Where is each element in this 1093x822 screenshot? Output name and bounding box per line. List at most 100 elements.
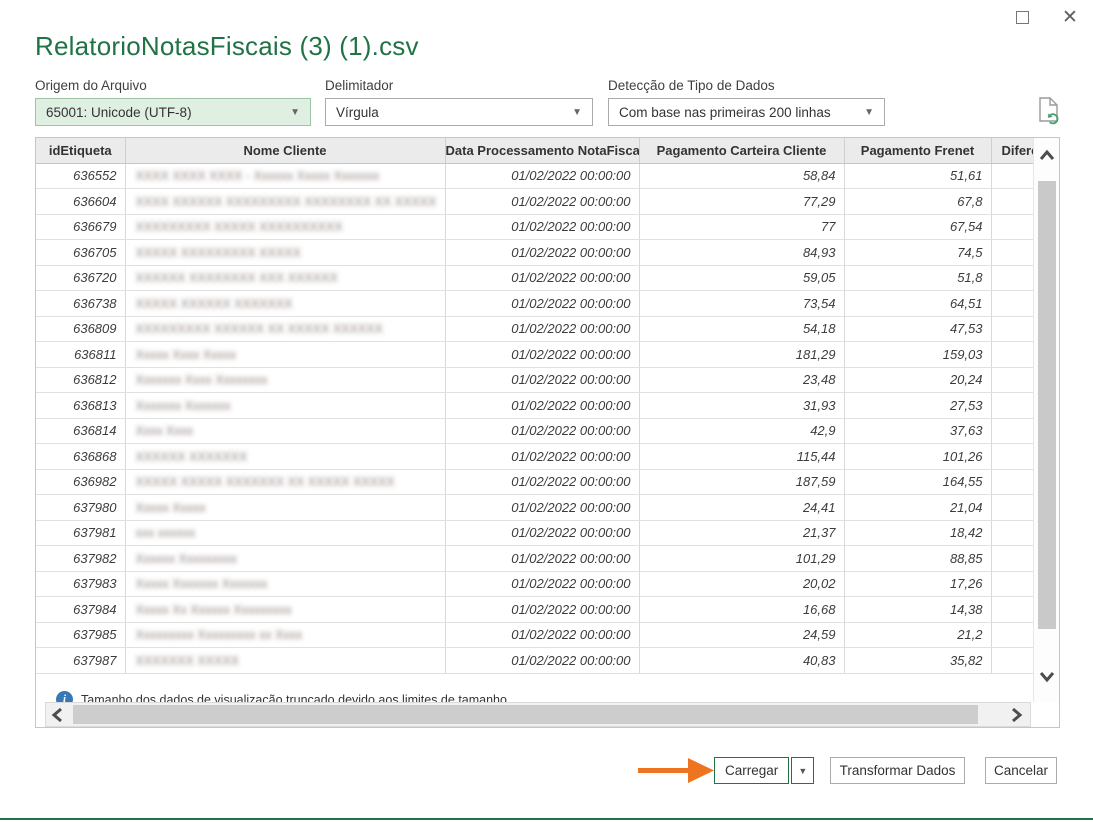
table-row[interactable]: 636982 XXXXX XXXXX XXXXXXX XX XXXXX XXXX… <box>36 469 1034 495</box>
table-row[interactable]: 636814 Xxxx Xxxx 01/02/2022 00:00:00 42,… <box>36 418 1034 444</box>
cell-pagamento-frenet: 14,38 <box>844 597 991 623</box>
table-row[interactable]: 636812 Xxxxxxx Xxxx Xxxxxxxx 01/02/2022 … <box>36 367 1034 393</box>
scroll-down-icon[interactable] <box>1037 666 1057 686</box>
column-header-data-processamento[interactable]: Data Processamento NotaFiscal <box>445 138 639 163</box>
redacted-name: XXXX XXXXXX XXXXXXXXX XXXXXXXX XX XXXXX <box>136 195 437 209</box>
cell-idetiqueta: 636812 <box>36 367 125 393</box>
table-row[interactable]: 637980 Xxxxx Xxxxx 01/02/2022 00:00:00 2… <box>36 495 1034 521</box>
maximize-button[interactable] <box>1005 4 1039 30</box>
cell-diferenca <box>991 393 1034 419</box>
vertical-scrollbar[interactable] <box>1033 138 1059 702</box>
maximize-icon <box>1016 11 1029 24</box>
cell-pagamento-carteira: 115,44 <box>639 444 844 470</box>
cell-pagamento-carteira: 31,93 <box>639 393 844 419</box>
annotation-arrow-icon <box>638 756 716 786</box>
cell-diferenca <box>991 495 1034 521</box>
cell-nome-cliente: XXXXX XXXXXX XXXXXXX <box>125 291 445 317</box>
cell-pagamento-carteira: 23,48 <box>639 367 844 393</box>
horizontal-scroll-thumb[interactable] <box>73 705 978 724</box>
cell-data-processamento: 01/02/2022 00:00:00 <box>445 291 639 317</box>
column-header-pagamento-frenet[interactable]: Pagamento Frenet <box>844 138 991 163</box>
redacted-name: Xxxx Xxxx <box>136 424 194 438</box>
table-row[interactable]: 636604 XXXX XXXXXX XXXXXXXXX XXXXXXXX XX… <box>36 189 1034 215</box>
column-header-idetiqueta[interactable]: idEtiqueta <box>36 138 125 163</box>
redacted-name: XXXX XXXX XXXX - Xxxxxx Xxxxx Xxxxxxx <box>136 169 380 183</box>
scroll-up-icon[interactable] <box>1037 146 1057 166</box>
type-detection-select[interactable]: Com base nas primeiras 200 linhas ▼ <box>608 98 885 126</box>
cell-diferenca <box>991 597 1034 623</box>
redacted-name: XXXXXX XXXXXXX <box>136 450 248 464</box>
page-title: RelatorioNotasFiscais (3) (1).csv <box>35 31 419 62</box>
horizontal-scrollbar[interactable] <box>45 702 1031 727</box>
column-header-nome-cliente[interactable]: Nome Cliente <box>125 138 445 163</box>
cell-data-processamento: 01/02/2022 00:00:00 <box>445 367 639 393</box>
table-header-row: idEtiqueta Nome Cliente Data Processamen… <box>36 138 1034 163</box>
cell-pagamento-frenet: 67,8 <box>844 189 991 215</box>
cell-pagamento-frenet: 51,61 <box>844 163 991 189</box>
cell-pagamento-carteira: 187,59 <box>639 469 844 495</box>
scroll-left-icon[interactable] <box>48 705 68 725</box>
cell-data-processamento: 01/02/2022 00:00:00 <box>445 444 639 470</box>
cell-pagamento-carteira: 42,9 <box>639 418 844 444</box>
redacted-name: Xxxxx Xxxx Xxxxx <box>136 348 237 362</box>
cell-data-processamento: 01/02/2022 00:00:00 <box>445 469 639 495</box>
cell-data-processamento: 01/02/2022 00:00:00 <box>445 597 639 623</box>
cell-diferenca <box>991 648 1034 674</box>
close-icon: ✕ <box>1062 8 1078 27</box>
cancel-button[interactable]: Cancelar <box>985 757 1057 784</box>
cell-data-processamento: 01/02/2022 00:00:00 <box>445 342 639 368</box>
table-row[interactable]: 636738 XXXXX XXXXXX XXXXXXX 01/02/2022 0… <box>36 291 1034 317</box>
table-row[interactable]: 637982 Xxxxxx Xxxxxxxxx 01/02/2022 00:00… <box>36 546 1034 572</box>
table-row[interactable]: 637987 XXXXXXX XXXXX 01/02/2022 00:00:00… <box>36 648 1034 674</box>
refresh-preview-button[interactable] <box>1036 96 1062 126</box>
cell-pagamento-carteira: 84,93 <box>639 240 844 266</box>
file-origin-select[interactable]: 65001: Unicode (UTF-8) ▼ <box>35 98 311 126</box>
table-row[interactable]: 637985 Xxxxxxxxx Xxxxxxxxx xx Xxxx 01/02… <box>36 622 1034 648</box>
cell-pagamento-frenet: 159,03 <box>844 342 991 368</box>
close-button[interactable]: ✕ <box>1053 4 1087 30</box>
cell-diferenca <box>991 520 1034 546</box>
table-row[interactable]: 636679 XXXXXXXXX XXXXX XXXXXXXXXX 01/02/… <box>36 214 1034 240</box>
cell-pagamento-frenet: 64,51 <box>844 291 991 317</box>
table-row[interactable]: 636809 XXXXXXXXX XXXXXX XX XXXXX XXXXXX … <box>36 316 1034 342</box>
delimiter-select[interactable]: Vírgula ▼ <box>325 98 593 126</box>
cell-idetiqueta: 637980 <box>36 495 125 521</box>
column-header-diferenca[interactable]: Difere <box>991 138 1034 163</box>
cell-idetiqueta: 637982 <box>36 546 125 572</box>
type-detection-label: Detecção de Tipo de Dados <box>608 78 885 93</box>
table-row[interactable]: 636552 XXXX XXXX XXXX - Xxxxxx Xxxxx Xxx… <box>36 163 1034 189</box>
vertical-scroll-thumb[interactable] <box>1038 181 1056 629</box>
load-button[interactable]: Carregar <box>714 757 789 784</box>
table-row[interactable]: 637981 xxx xxxxxx 01/02/2022 00:00:00 21… <box>36 520 1034 546</box>
cell-data-processamento: 01/02/2022 00:00:00 <box>445 240 639 266</box>
cell-idetiqueta: 636811 <box>36 342 125 368</box>
cell-idetiqueta: 636552 <box>36 163 125 189</box>
cell-diferenca <box>991 622 1034 648</box>
cell-data-processamento: 01/02/2022 00:00:00 <box>445 393 639 419</box>
cell-nome-cliente: XXXXXX XXXXXXX <box>125 444 445 470</box>
scroll-right-icon[interactable] <box>1006 705 1026 725</box>
table-row[interactable]: 636720 XXXXXX XXXXXXXX XXX XXXXXX 01/02/… <box>36 265 1034 291</box>
redacted-name: Xxxxx Xx Xxxxxx Xxxxxxxxx <box>136 603 292 617</box>
cell-nome-cliente: XXXX XXXXXX XXXXXXXXX XXXXXXXX XX XXXXX <box>125 189 445 215</box>
column-header-pagamento-carteira[interactable]: Pagamento Carteira Cliente <box>639 138 844 163</box>
load-dropdown-button[interactable]: ▼ <box>791 757 814 784</box>
table-row[interactable]: 636705 XXXXX XXXXXXXXX XXXXX 01/02/2022 … <box>36 240 1034 266</box>
cell-data-processamento: 01/02/2022 00:00:00 <box>445 520 639 546</box>
cell-nome-cliente: XXXXXXXXX XXXXXX XX XXXXX XXXXXX <box>125 316 445 342</box>
redacted-name: XXXXX XXXXX XXXXXXX XX XXXXX XXXXX <box>136 475 395 489</box>
transform-data-button[interactable]: Transformar Dados <box>830 757 965 784</box>
cell-nome-cliente: XXXXX XXXXX XXXXXXX XX XXXXX XXXXX <box>125 469 445 495</box>
table-row[interactable]: 636811 Xxxxx Xxxx Xxxxx 01/02/2022 00:00… <box>36 342 1034 368</box>
table-row[interactable]: 637983 Xxxxx Xxxxxxx Xxxxxxx 01/02/2022 … <box>36 571 1034 597</box>
cell-idetiqueta: 637984 <box>36 597 125 623</box>
cell-diferenca <box>991 240 1034 266</box>
file-refresh-icon <box>1036 96 1062 126</box>
cell-data-processamento: 01/02/2022 00:00:00 <box>445 571 639 597</box>
cell-pagamento-frenet: 51,8 <box>844 265 991 291</box>
redacted-name: Xxxxxxxxx Xxxxxxxxx xx Xxxx <box>136 628 303 642</box>
table-row[interactable]: 636813 Xxxxxxx Xxxxxxx 01/02/2022 00:00:… <box>36 393 1034 419</box>
table-row[interactable]: 637984 Xxxxx Xx Xxxxxx Xxxxxxxxx 01/02/2… <box>36 597 1034 623</box>
table-row[interactable]: 636868 XXXXXX XXXXXXX 01/02/2022 00:00:0… <box>36 444 1034 470</box>
csv-import-dialog: ✕ RelatorioNotasFiscais (3) (1).csv Orig… <box>0 0 1093 822</box>
